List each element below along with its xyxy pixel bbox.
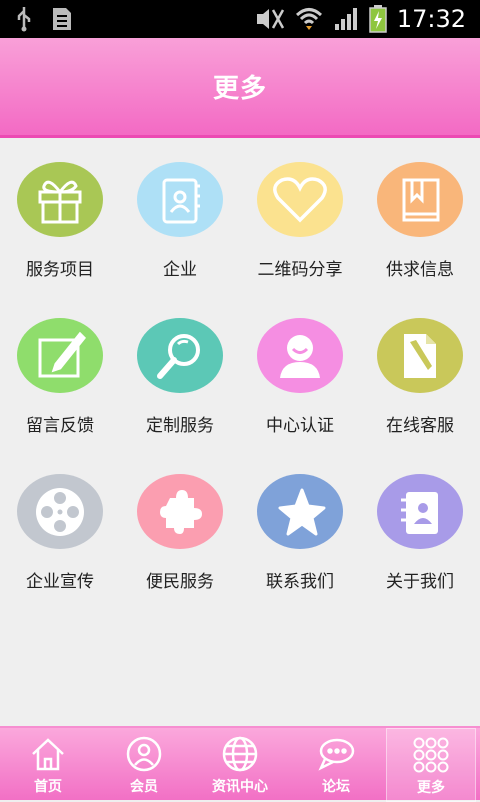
tab-member[interactable]: 会员 bbox=[96, 728, 192, 802]
signal-icon bbox=[334, 8, 357, 30]
grid-item-contact-us[interactable]: 联系我们 bbox=[240, 452, 360, 592]
grid-item-qrcode-share[interactable]: 二维码分享 bbox=[240, 140, 360, 280]
tab-label: 会员 bbox=[130, 779, 158, 795]
grid-item-label: 定制服务 bbox=[146, 416, 214, 436]
grid-item-custom-service[interactable]: 定制服务 bbox=[120, 296, 240, 436]
grid-item-label: 服务项目 bbox=[26, 260, 94, 280]
user-icon bbox=[257, 318, 343, 393]
tab-label: 论坛 bbox=[322, 779, 350, 795]
battery-icon bbox=[369, 5, 387, 33]
mute-icon bbox=[256, 9, 284, 29]
page-header: 更多 bbox=[0, 38, 480, 138]
film-reel-icon bbox=[17, 474, 103, 549]
grid-item-service-projects[interactable]: 服务项目 bbox=[0, 140, 120, 280]
grid-item-label: 中心认证 bbox=[266, 416, 334, 436]
globe-icon bbox=[220, 734, 260, 774]
grid-item-label: 企业宣传 bbox=[26, 572, 94, 592]
member-icon bbox=[124, 734, 164, 774]
wifi-icon bbox=[295, 8, 322, 30]
grid-item-enterprise[interactable]: 企业 bbox=[120, 140, 240, 280]
grid-item-supply-demand[interactable]: 供求信息 bbox=[360, 140, 480, 280]
bottom-tab-bar: 首页 会员 资讯中心 论坛 更多 bbox=[0, 726, 480, 802]
grid-item-label: 在线客服 bbox=[386, 416, 454, 436]
tab-label: 资讯中心 bbox=[212, 779, 268, 795]
grid-item-label: 留言反馈 bbox=[26, 416, 94, 436]
tab-forum[interactable]: 论坛 bbox=[288, 728, 384, 802]
clock-time: 17:32 bbox=[396, 5, 466, 33]
book-icon bbox=[377, 162, 463, 237]
tab-more[interactable]: 更多 bbox=[386, 728, 476, 802]
address-book-icon bbox=[377, 474, 463, 549]
grid-item-public-service[interactable]: 便民服务 bbox=[120, 452, 240, 592]
grid-item-label: 联系我们 bbox=[266, 572, 334, 592]
edit-icon bbox=[17, 318, 103, 393]
tab-news-center[interactable]: 资讯中心 bbox=[192, 728, 288, 802]
page-title: 更多 bbox=[212, 74, 267, 104]
home-icon bbox=[28, 734, 68, 774]
grid-item-label: 关于我们 bbox=[386, 572, 454, 592]
grid-item-about-us[interactable]: 关于我们 bbox=[360, 452, 480, 592]
gift-icon bbox=[17, 162, 103, 237]
magnifier-icon bbox=[137, 318, 223, 393]
usb-icon bbox=[17, 7, 31, 32]
tab-home[interactable]: 首页 bbox=[0, 728, 96, 802]
star-icon bbox=[257, 474, 343, 549]
grid-dots-icon bbox=[411, 735, 451, 775]
sim-card-icon bbox=[53, 8, 71, 30]
puzzle-icon bbox=[137, 474, 223, 549]
grid-item-label: 企业 bbox=[163, 260, 197, 280]
contact-book-icon bbox=[137, 162, 223, 237]
grid-item-online-support[interactable]: 在线客服 bbox=[360, 296, 480, 436]
document-edit-icon bbox=[377, 318, 463, 393]
grid-item-center-certification[interactable]: 中心认证 bbox=[240, 296, 360, 436]
status-bar: 17:32 bbox=[0, 0, 480, 38]
grid-item-label: 供求信息 bbox=[386, 260, 454, 280]
grid-item-feedback[interactable]: 留言反馈 bbox=[0, 296, 120, 436]
grid-item-corporate-promo[interactable]: 企业宣传 bbox=[0, 452, 120, 592]
tab-label: 更多 bbox=[417, 780, 445, 796]
grid-item-label: 二维码分享 bbox=[257, 260, 343, 280]
tab-label: 首页 bbox=[34, 779, 62, 795]
chat-icon bbox=[316, 734, 356, 774]
grid-item-label: 便民服务 bbox=[146, 572, 214, 592]
heart-icon bbox=[257, 162, 343, 237]
